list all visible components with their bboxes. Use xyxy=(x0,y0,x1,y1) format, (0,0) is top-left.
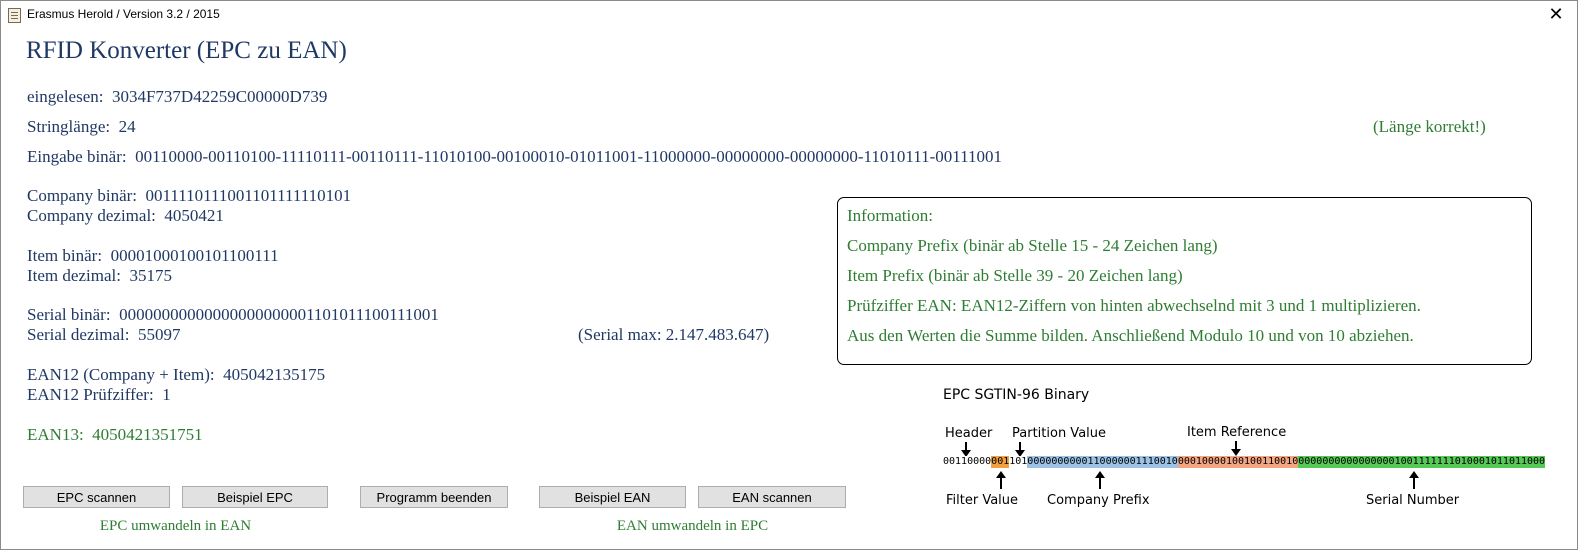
item-binaer-value: 00001000100101100111 xyxy=(110,246,279,265)
pruefziffer-label: EAN12 Prüfziffer: xyxy=(27,385,154,404)
programm-beenden-button[interactable]: Programm beenden xyxy=(360,486,508,508)
pruefziffer-value: 1 xyxy=(162,385,171,404)
partition-label: Partition Value xyxy=(1012,426,1107,441)
stringlaenge-row: Stringlänge: 24 xyxy=(27,117,136,137)
info-line: Item Prefix (binär ab Stelle 39 - 20 Zei… xyxy=(847,266,1183,285)
pruefziffer-row: EAN12 Prüfziffer: 1 xyxy=(27,385,171,405)
stringlaenge-value: 24 xyxy=(118,117,136,136)
serial-dezimal-label: Serial dezimal: xyxy=(27,325,130,344)
eingabe-binaer-value: 00110000-00110100-11110111-00110111-1101… xyxy=(135,147,1003,166)
company-dezimal-label: Company dezimal: xyxy=(27,206,156,225)
bits-serial: 0000000000000000100111111101000101101100… xyxy=(1298,456,1546,468)
bits-partition: 101 xyxy=(1009,456,1028,468)
info-line: Company Prefix (binär ab Stelle 15 - 24 … xyxy=(847,236,1218,255)
item-binaer-label: Item binär: xyxy=(27,246,103,265)
item-dezimal-value: 35175 xyxy=(129,266,172,285)
bits-header: 00110000 xyxy=(943,456,992,468)
ean12-value: 405042135175 xyxy=(223,365,326,384)
item-binaer-row: Item binär: 00001000100101100111 xyxy=(27,246,279,266)
info-line: Prüfziffer EAN: EAN12-Ziffern von hinten… xyxy=(847,296,1421,315)
serial-max: (Serial max: 2.147.483.647) xyxy=(578,325,770,344)
title-bar: Erasmus Herold / Version 3.2 / 2015 ✕ xyxy=(1,1,1577,29)
ean12-label: EAN12 (Company + Item): xyxy=(27,365,215,384)
info-line: Aus den Werten die Summe bilden. Anschli… xyxy=(847,326,1414,345)
bits-company: 0000000000110000001110010 xyxy=(1027,456,1178,468)
eingabe-binaer-row: Eingabe binär: 00110000-00110100-1111011… xyxy=(27,147,1002,167)
eingelesen-label: eingelesen: xyxy=(27,87,104,106)
eingabe-binaer-label: Eingabe binär: xyxy=(27,147,127,166)
window-title: Erasmus Herold / Version 3.2 / 2015 xyxy=(27,7,220,21)
item-reference-label: Item Reference xyxy=(1187,425,1287,440)
document-icon xyxy=(8,8,21,23)
bits-item: 00010000100100110010 xyxy=(1177,456,1299,468)
eingelesen-value: 3034F737D42259C00000D739 xyxy=(111,87,328,106)
length-status: (Länge korrekt!) xyxy=(1373,117,1486,136)
epc-to-ean-caption: EPC umwandeln in EAN xyxy=(99,518,252,534)
ean-scannen-button[interactable]: EAN scannen xyxy=(698,486,846,508)
ean12-row: EAN12 (Company + Item): 405042135175 xyxy=(27,365,325,385)
company-prefix-label: Company Prefix xyxy=(1047,493,1150,508)
close-icon[interactable]: ✕ xyxy=(1543,4,1569,26)
serial-binaer-label: Serial binär: xyxy=(27,305,111,324)
ean13-row: EAN13: 4050421351751 xyxy=(27,425,203,445)
serial-dezimal-value: 55097 xyxy=(137,325,181,344)
company-dezimal-value: 4050421 xyxy=(164,206,224,225)
beispiel-ean-button[interactable]: Beispiel EAN xyxy=(539,486,686,508)
eingelesen-row: eingelesen: 3034F737D42259C00000D739 xyxy=(27,87,327,107)
information-panel: Information: Company Prefix (binär ab St… xyxy=(837,197,1532,365)
bits-filter: 001 xyxy=(991,456,1010,468)
diagram-title: EPC SGTIN-96 Binary xyxy=(943,387,1090,403)
serial-dezimal-row: Serial dezimal: 55097 xyxy=(27,325,180,345)
beispiel-epc-button[interactable]: Beispiel EPC xyxy=(182,486,328,508)
serial-binaer-row: Serial binär: 00000000000000000000001101… xyxy=(27,305,439,325)
item-dezimal-label: Item dezimal: xyxy=(27,266,121,285)
serial-binaer-value: 00000000000000000000001101011100111001 xyxy=(119,305,439,324)
serial-number-label: Serial Number xyxy=(1366,493,1460,508)
company-binaer-label: Company binär: xyxy=(27,186,138,205)
filter-value-label: Filter Value xyxy=(946,493,1019,508)
epc-scannen-button[interactable]: EPC scannen xyxy=(23,486,170,508)
ean13-label: EAN13: xyxy=(27,425,84,444)
info-title: Information: xyxy=(847,206,933,225)
sgtin-bit-row: 00110000 001 101 00000000001100000011100… xyxy=(943,456,1546,468)
stringlaenge-label: Stringlänge: xyxy=(27,117,111,136)
company-binaer-row: Company binär: 0011110111001101111110101 xyxy=(27,186,351,206)
page-title: RFID Konverter (EPC zu EAN) xyxy=(26,37,347,64)
header-label: Header xyxy=(945,426,993,441)
company-binaer-value: 0011110111001101111110101 xyxy=(145,186,352,205)
item-dezimal-row: Item dezimal: 35175 xyxy=(27,266,172,286)
ean-to-epc-caption: EAN umwandeln in EPC xyxy=(616,518,769,534)
company-dezimal-row: Company dezimal: 4050421 xyxy=(27,206,224,226)
ean13-value: 4050421351751 xyxy=(92,425,203,444)
